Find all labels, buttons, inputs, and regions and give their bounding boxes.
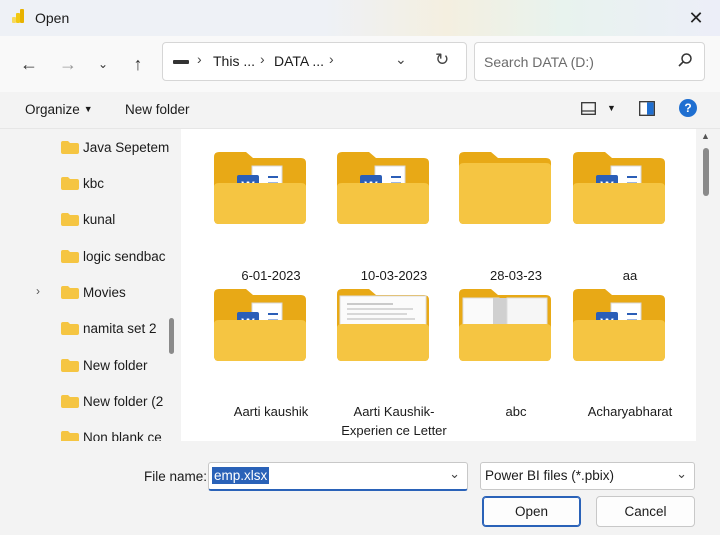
navigation-bar: ← → ⌄ ↑ › This ... › DATA ... › ⌄ ↻ Sear… — [0, 36, 720, 92]
chevron-right-icon[interactable]: › — [329, 51, 334, 67]
search-icon[interactable] — [677, 52, 693, 68]
preview-pane-icon[interactable] — [639, 101, 655, 116]
nav-item-label: namita set 2 — [83, 321, 157, 336]
help-icon[interactable]: ? — [679, 99, 697, 117]
file-name: Acharyabharat — [587, 404, 673, 419]
nav-item[interactable]: New folder — [0, 350, 179, 380]
scroll-up-icon[interactable]: ▲ — [701, 131, 710, 141]
dialog-footer: File name: emp.xlsx ⌄ Power BI files (*.… — [0, 441, 720, 535]
cancel-button[interactable]: Cancel — [596, 496, 695, 527]
close-icon[interactable]: ✕ — [682, 4, 710, 32]
search-input[interactable]: Search DATA (D:) — [484, 54, 594, 70]
title-bar: Open ✕ — [0, 0, 720, 36]
nav-item-label: Movies — [83, 285, 126, 300]
chevron-right-icon[interactable]: › — [260, 51, 265, 67]
view-caret-icon[interactable]: ▼ — [607, 103, 616, 113]
file-name-input[interactable]: emp.xlsx ⌄ — [208, 462, 468, 491]
nav-item[interactable]: Java Sepetem — [0, 132, 179, 162]
file-name: 28-03-23 — [489, 268, 543, 283]
nav-item-label: New folder — [83, 358, 148, 373]
view-options-icon[interactable] — [581, 102, 596, 115]
nav-item-label: kunal — [83, 212, 116, 227]
search-box[interactable]: Search DATA (D:) — [474, 42, 705, 81]
scrollbar-thumb[interactable] — [703, 148, 709, 196]
nav-item[interactable]: Non blank ce — [0, 422, 179, 441]
new-folder-button[interactable]: New folder — [125, 102, 190, 117]
window-title: Open — [35, 10, 70, 26]
folder-with-word-doc-icon: W — [214, 152, 306, 224]
open-button[interactable]: Open — [482, 496, 581, 527]
file-name: Aarti Kaushik-Experien ce Letter (1) — [341, 404, 447, 438]
nav-item-label: New folder (2 — [83, 394, 164, 409]
command-bar: Organize ▼ New folder ▼ ? — [0, 92, 720, 129]
nav-item[interactable]: namita set 2 — [0, 313, 179, 343]
folder-icon — [61, 213, 79, 226]
breadcrumb-data-drive[interactable]: DATA ... — [274, 53, 324, 69]
caret-down-icon: ▼ — [83, 104, 93, 114]
address-dropdown-icon[interactable]: ⌄ — [395, 51, 407, 68]
nav-item-label: logic sendbac — [83, 249, 166, 264]
nav-item[interactable]: kunal — [0, 204, 179, 234]
content-scrollbar[interactable]: ▲ — [697, 129, 720, 441]
folder-icon — [61, 250, 79, 263]
file-name: Aarti kaushik — [233, 404, 309, 419]
back-arrow-icon[interactable]: ← — [15, 50, 43, 78]
file-grid: W 6-01-2023 W 10-03-2023 — [181, 129, 696, 441]
power-bi-icon — [12, 9, 24, 23]
folder-with-word-doc-icon: W — [573, 289, 665, 361]
organize-label: Organize — [25, 102, 80, 117]
file-type-value: Power BI files (*.pbix) — [485, 468, 615, 483]
address-bar[interactable]: › This ... › DATA ... › ⌄ ↻ — [162, 42, 467, 81]
file-type-select[interactable]: Power BI files (*.pbix) ⌄ — [480, 462, 695, 490]
chevron-down-icon[interactable]: ⌄ — [449, 466, 460, 482]
folder-with-word-doc-icon: W — [573, 152, 665, 224]
up-arrow-icon[interactable]: ↑ — [124, 50, 152, 78]
folder-with-word-doc-icon: W — [337, 152, 429, 224]
folder-icon — [459, 152, 551, 224]
forward-arrow-icon[interactable]: → — [54, 50, 82, 78]
nav-item[interactable]: kbc — [0, 168, 179, 198]
folder-icon — [61, 141, 79, 154]
folder-icon — [61, 431, 79, 441]
file-name-value[interactable]: emp.xlsx — [212, 467, 270, 484]
refresh-icon[interactable]: ↻ — [435, 50, 449, 70]
file-name: abc — [505, 404, 527, 419]
file-name: aa — [622, 268, 638, 283]
open-dialog: Open ✕ ← → ⌄ ↑ › This ... › DATA ... › ⌄… — [0, 0, 720, 535]
nav-item[interactable]: › Movies — [0, 277, 179, 307]
chevron-down-icon[interactable]: ⌄ — [676, 466, 687, 482]
folder-icon — [61, 286, 79, 299]
nav-item-label: Non blank ce — [83, 430, 162, 441]
file-name: 6-01-2023 — [241, 268, 301, 283]
chevron-right-icon[interactable]: › — [197, 51, 202, 67]
folder-with-document-icon — [337, 289, 429, 361]
file-name: 10-03-2023 — [360, 268, 428, 283]
nav-item-label: Java Sepetem — [83, 140, 170, 155]
organize-button[interactable]: Organize ▼ — [25, 102, 93, 117]
folder-icon — [61, 359, 79, 372]
folder-with-word-doc-icon: W — [214, 289, 306, 361]
folder-icon — [61, 395, 79, 408]
breadcrumb-this-pc[interactable]: This ... — [213, 53, 255, 69]
navigation-pane: Java Sepetem kbc kunal logic sendbac › M… — [0, 129, 179, 441]
drive-icon — [173, 60, 189, 64]
nav-item[interactable]: New folder (2 — [0, 386, 179, 416]
nav-pane-scrollbar[interactable] — [169, 318, 174, 354]
folder-icon — [61, 322, 79, 335]
file-name-label: File name: — [144, 469, 208, 484]
expand-chevron-icon[interactable]: › — [36, 284, 40, 298]
folder-with-pages-icon — [459, 289, 551, 361]
nav-item[interactable]: logic sendbac — [0, 241, 179, 271]
nav-item-label: kbc — [83, 176, 105, 191]
folder-icon — [61, 177, 79, 190]
recent-locations-chevron-icon[interactable]: ⌄ — [89, 50, 117, 78]
